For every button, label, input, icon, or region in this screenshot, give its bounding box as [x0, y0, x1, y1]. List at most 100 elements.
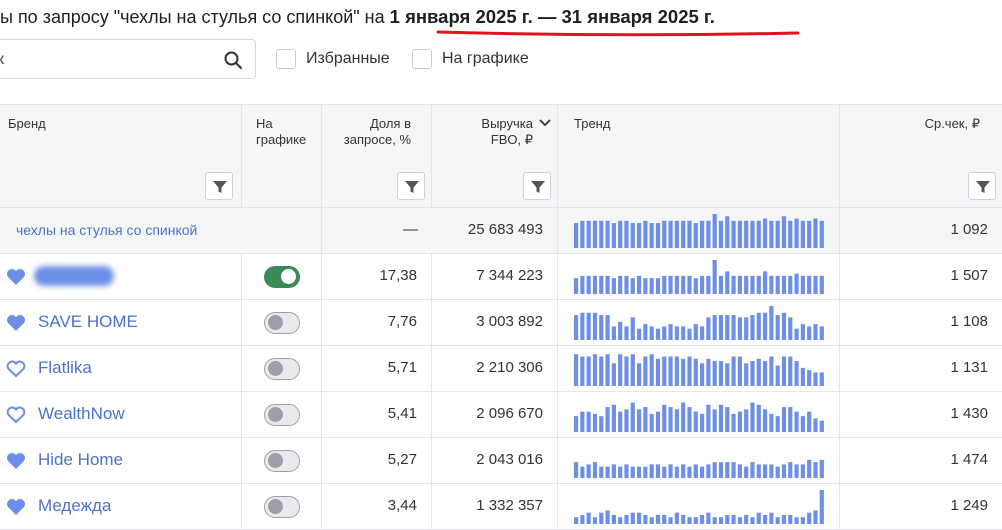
trend-bar	[807, 220, 812, 248]
trend-bar	[592, 312, 598, 340]
trend-bar	[712, 462, 717, 478]
trend-cell	[558, 392, 840, 437]
trend-bar	[649, 326, 654, 340]
revenue-cell: 7 344 223	[432, 254, 558, 299]
trend-bar	[655, 411, 661, 432]
trend-bar	[592, 354, 598, 386]
heart-outline-icon[interactable]	[6, 406, 26, 424]
col-avg-check-label: Ср.чек, ₽	[924, 116, 980, 131]
trend-bar	[756, 404, 761, 432]
on-chart-toggle[interactable]	[264, 450, 300, 472]
trend-bar	[649, 223, 654, 248]
trend-bar	[655, 514, 661, 524]
trend-bar	[618, 321, 623, 340]
filter-button[interactable]	[205, 172, 233, 200]
trend-bar	[586, 464, 591, 478]
trend-bar	[618, 517, 623, 524]
on-chart-toggle[interactable]	[264, 404, 300, 426]
trend-bar	[718, 220, 724, 248]
checkbox-box[interactable]	[276, 49, 296, 69]
trend-bar	[687, 275, 692, 294]
favorites-checkbox[interactable]: Избранные	[276, 48, 390, 70]
col-brand[interactable]: Бренд	[0, 105, 242, 208]
date-range[interactable]: 1 января 2025 г. — 31 января 2025 г.	[390, 6, 715, 27]
trend-bar	[781, 275, 787, 294]
on-chart-toggle[interactable]	[264, 358, 300, 380]
table-row[interactable]: Медежда 3,44 1 332 357 1 249	[0, 484, 1002, 530]
checkbox-box[interactable]	[412, 49, 432, 69]
trend-cell	[558, 484, 840, 529]
search-value: к	[0, 51, 4, 68]
col-avg-check[interactable]: Ср.чек, ₽	[840, 105, 1002, 208]
table-row[interactable]: 17,38 7 344 223 1 507	[0, 254, 1002, 300]
trend-bar	[637, 363, 642, 386]
trend-bar	[655, 223, 661, 248]
brand-name[interactable]: WealthNow	[38, 404, 125, 424]
trend-bar	[750, 315, 755, 340]
filter-icon	[213, 181, 227, 193]
share-cell: 17,38	[322, 254, 432, 299]
trend-bar	[800, 324, 805, 340]
trend-bar	[674, 409, 679, 432]
trend-bar	[794, 517, 799, 524]
search-icon[interactable]	[223, 50, 243, 70]
trend-bar	[800, 220, 805, 248]
col-revenue[interactable]: Выручка FBO, ₽	[432, 105, 558, 208]
avg-check-value: 1 430	[950, 405, 988, 422]
col-share[interactable]: Доля в запросе, %	[322, 105, 432, 208]
trend-bar	[700, 275, 705, 294]
trend-bar	[605, 466, 610, 478]
trend-bar	[731, 275, 736, 294]
trend-bar	[750, 220, 755, 248]
trend-bar	[643, 324, 648, 340]
brand-name[interactable]: Hide Home	[38, 450, 123, 470]
table-row[interactable]: SAVE HOME 7,76 3 003 892 1 108	[0, 300, 1002, 346]
col-on-chart[interactable]: На графике	[242, 105, 322, 208]
trend-bar	[819, 220, 824, 248]
trend-bar	[750, 517, 755, 524]
trend-bar	[781, 514, 787, 524]
filter-button[interactable]	[968, 172, 996, 200]
brand-name[interactable]: Flatlika	[38, 358, 92, 378]
on-chart-checkbox[interactable]: На графике	[412, 48, 529, 70]
trend-bar	[775, 275, 780, 294]
table-row[interactable]: WealthNow 5,41 2 096 670 1 430	[0, 392, 1002, 438]
total-label[interactable]: чехлы на стулья со спинкой	[16, 222, 197, 238]
trend-bar	[687, 356, 692, 386]
trend-bar	[611, 464, 616, 478]
filter-button[interactable]	[523, 172, 551, 200]
trend-bar	[731, 413, 736, 432]
table-row[interactable]: Flatlika 5,71 2 210 306 1 131	[0, 346, 1002, 392]
trend-bar	[681, 464, 686, 478]
trend-bar	[788, 317, 793, 340]
trend-bar	[586, 220, 591, 248]
search-input[interactable]: к	[0, 39, 256, 79]
revenue-cell: 2 210 306	[432, 346, 558, 391]
trend-bar	[775, 517, 780, 524]
heart-filled-icon[interactable]	[6, 314, 26, 332]
heart-filled-icon[interactable]	[6, 452, 26, 470]
trend-cell	[558, 254, 840, 299]
heart-outline-icon[interactable]	[6, 360, 26, 378]
trend-bar	[693, 358, 698, 386]
trend-bar	[580, 514, 585, 524]
brand-name[interactable]: SAVE HOME	[38, 312, 138, 332]
avg-check-value: 1 474	[950, 451, 988, 468]
trend-bar	[750, 402, 755, 432]
filter-button[interactable]	[397, 172, 425, 200]
heart-filled-icon[interactable]	[6, 498, 26, 516]
on-chart-toggle[interactable]	[264, 312, 300, 334]
trend-bar	[819, 490, 824, 524]
total-avg-cell: 1 092	[840, 208, 1002, 253]
brand-name[interactable]: Медежда	[38, 496, 111, 516]
on-chart-toggle[interactable]	[264, 496, 300, 518]
avg-check-cell: 1 108	[840, 300, 1002, 345]
sort-desc-icon[interactable]	[539, 119, 551, 127]
revenue-value: 1 332 357	[476, 497, 543, 514]
on-chart-toggle[interactable]	[264, 266, 300, 288]
col-share-label: Доля в запросе, %	[343, 116, 411, 147]
heart-filled-icon[interactable]	[6, 268, 26, 286]
table-row[interactable]: Hide Home 5,27 2 043 016 1 474	[0, 438, 1002, 484]
share-cell: 5,27	[322, 438, 432, 483]
trend-bar	[737, 317, 742, 340]
